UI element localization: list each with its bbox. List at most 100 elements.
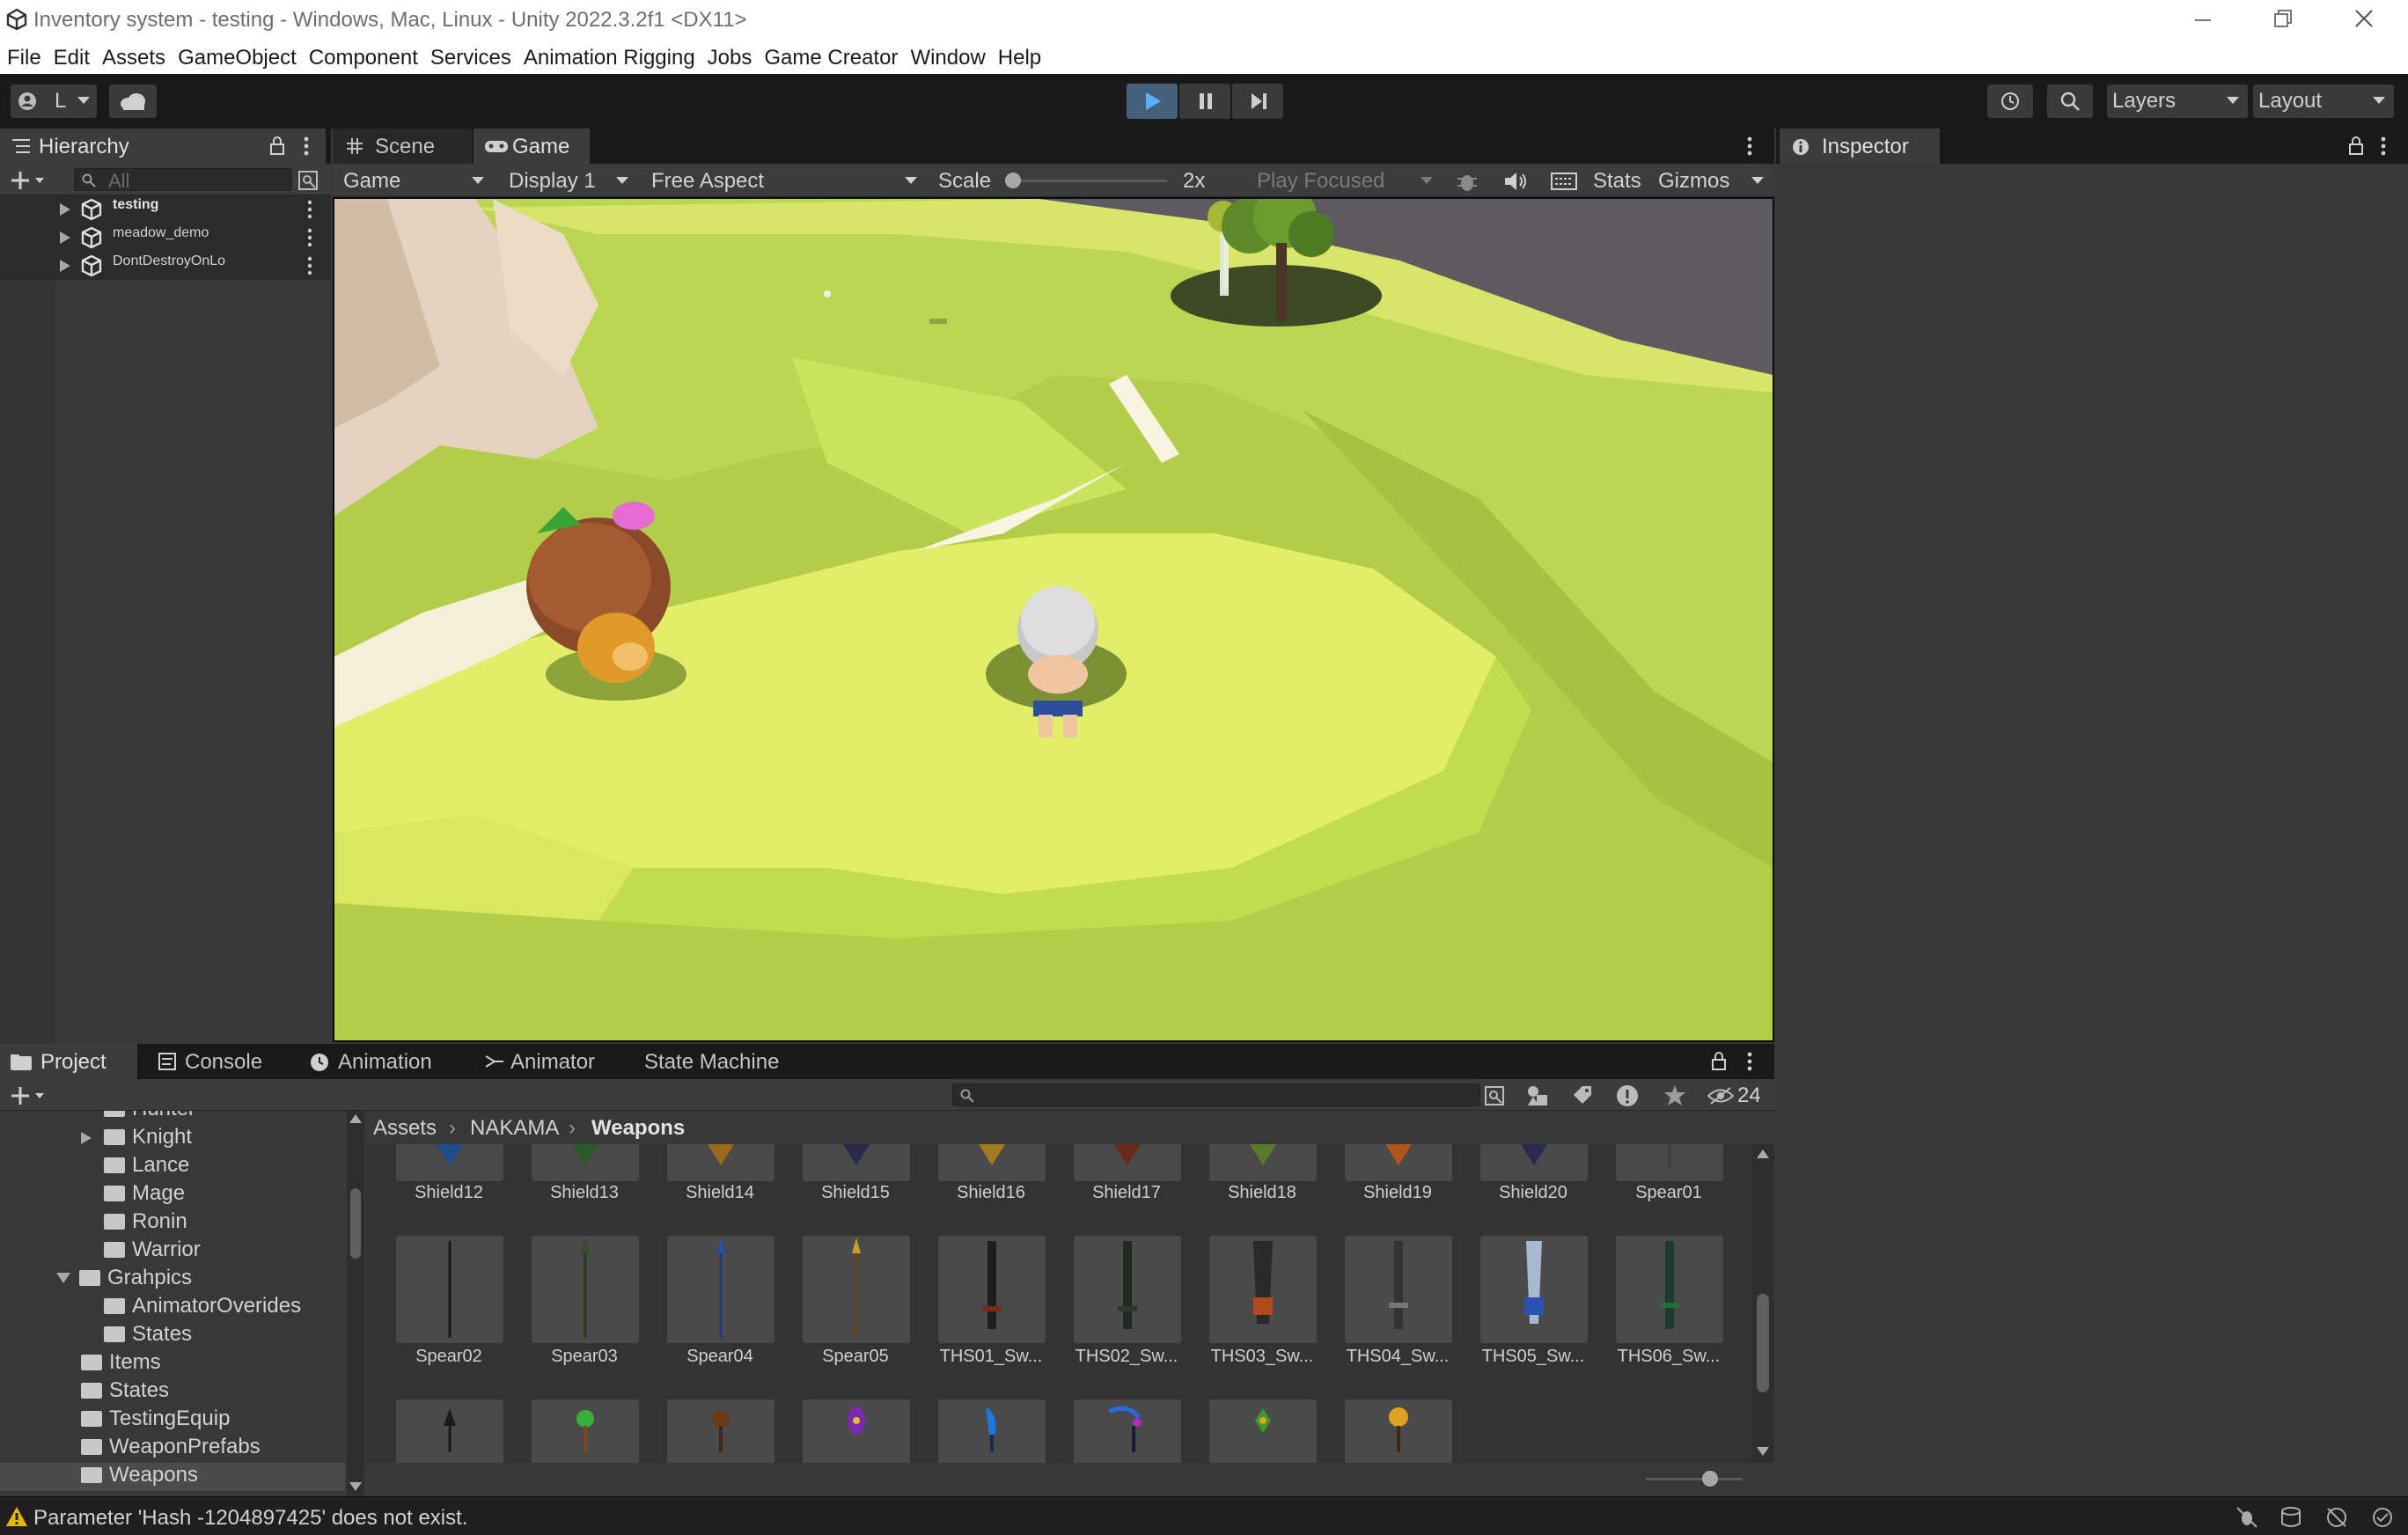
hierarchy-row-testing[interactable]: testing [0,195,331,224]
project-search-input[interactable] [952,1083,1480,1106]
kebab-menu-icon[interactable] [1746,136,1753,157]
scale-slider-track[interactable] [1009,180,1167,182]
audio-icon[interactable] [1503,171,1528,192]
search-button[interactable] [2047,84,2093,118]
minimize-icon[interactable] [2191,9,2214,32]
tab-console[interactable]: Console [150,1044,290,1079]
scroll-down-icon[interactable] [1756,1445,1770,1458]
collapse-arrow-icon[interactable] [56,1273,70,1285]
asset-grid-scrollbar-thumb[interactable] [1757,1294,1769,1392]
breadcrumb-assets[interactable]: Assets [373,1116,437,1141]
asset-thumbnail[interactable] [396,1236,503,1343]
kebab-menu-icon[interactable] [303,136,310,157]
thumbnail-size-slider-track[interactable] [1646,1478,1743,1480]
tree-scrollbar-track[interactable] [347,1111,364,1496]
tree-item-ronin[interactable]: Ronin [104,1209,187,1238]
kebab-menu-icon[interactable] [306,199,313,220]
kebab-menu-icon[interactable] [306,227,313,248]
tree-item-animatoroverides[interactable]: AnimatorOverides [104,1294,301,1322]
lock-icon[interactable] [1711,1051,1727,1070]
expand-arrow-icon[interactable] [60,203,70,216]
tree-item-items[interactable]: Items [81,1350,161,1378]
breadcrumb-nakama[interactable]: NAKAMA [470,1116,559,1141]
tab-project[interactable]: Project [0,1044,137,1079]
tree-item-warrior[interactable]: Warrior [104,1238,201,1266]
asset-thumbnail[interactable] [1480,1236,1588,1343]
tree-item-hunter[interactable]: Hunter [104,1111,195,1125]
tab-inspector[interactable]: Inspector [1780,129,1940,164]
menu-component[interactable]: Component [309,40,418,70]
pause-button[interactable] [1179,84,1230,119]
menu-animation-rigging[interactable]: Animation Rigging [524,40,695,70]
progress-check-icon[interactable] [2371,1506,2394,1529]
asset-thumbnail[interactable] [803,1236,910,1343]
breadcrumb-weapons[interactable]: Weapons [591,1116,685,1141]
menu-edit[interactable]: Edit [54,40,90,70]
menu-services[interactable]: Services [430,40,511,70]
scale-slider-handle[interactable] [1005,173,1021,188]
menu-help[interactable]: Help [998,40,1041,70]
menu-assets[interactable]: Assets [102,40,165,70]
scene-visibility-icon[interactable] [297,170,320,191]
menu-window[interactable]: Window [910,40,985,70]
hierarchy-row-dontdestroyonload[interactable]: DontDestroyOnLo [0,252,331,280]
gizmos-button[interactable]: Gizmos [1658,169,1729,194]
cloud-button[interactable] [109,84,157,118]
stats-button[interactable]: Stats [1593,169,1641,194]
asset-thumbnail[interactable] [532,1399,639,1463]
menu-file[interactable]: File [7,40,41,70]
expand-arrow-icon[interactable] [81,1132,93,1144]
tree-item-testingequip[interactable]: TestingEquip [81,1406,230,1435]
scroll-up-icon[interactable] [1756,1148,1770,1160]
asset-thumbnail[interactable] [938,1399,1046,1463]
tree-item-states[interactable]: States [104,1322,192,1350]
kebab-menu-icon[interactable] [1746,1051,1753,1072]
tree-item-states[interactable]: States [81,1378,169,1406]
scroll-up-icon[interactable] [349,1113,363,1125]
restore-icon[interactable] [2271,7,2294,30]
tab-scene[interactable]: Scene [333,129,472,164]
warning-filter-icon[interactable] [1616,1084,1639,1107]
kebab-menu-icon[interactable] [306,255,313,276]
play-focused-dropdown[interactable]: Play Focused [1248,164,1442,197]
tab-hierarchy[interactable]: Hierarchy [0,129,326,164]
tree-scrollbar-thumb[interactable] [350,1188,361,1259]
search-options-icon[interactable] [1484,1085,1507,1106]
asset-thumbnail[interactable] [1209,1236,1317,1343]
tree-item-mage[interactable]: Mage [104,1181,185,1209]
asset-thumbnail[interactable] [1345,1236,1452,1343]
auto-generate-lighting-icon[interactable] [2325,1506,2348,1529]
tree-item-knight[interactable]: Knight [81,1125,192,1153]
tree-item-weaponprefabs[interactable]: WeaponPrefabs [81,1435,261,1463]
account-dropdown[interactable]: L [11,84,97,118]
hierarchy-search-input[interactable]: All [74,168,292,192]
close-icon[interactable] [2353,7,2375,30]
scroll-down-icon[interactable] [349,1480,363,1493]
tree-item-weapons[interactable]: Weapons [81,1463,198,1491]
play-button[interactable] [1127,84,1178,119]
bug-icon[interactable] [1456,170,1479,193]
layout-dropdown[interactable]: Layout [2253,84,2394,118]
asset-thumbnail[interactable] [1074,1236,1181,1343]
undo-history-button[interactable] [1987,84,2033,118]
chevron-down-icon[interactable] [1751,177,1764,186]
favorite-star-icon[interactable] [1663,1084,1686,1107]
asset-thumbnail[interactable] [1209,1399,1317,1463]
menu-gameobject[interactable]: GameObject [178,40,297,70]
tab-state-machine[interactable]: State Machine [634,1044,810,1079]
tab-game[interactable]: Game [474,129,590,164]
asset-thumbnail[interactable] [396,1399,503,1463]
game-mode-dropdown[interactable]: Game [334,164,493,197]
keyboard-icon[interactable] [1551,172,1577,191]
asset-thumbnail[interactable] [1616,1236,1723,1343]
tab-animation[interactable]: Animation [301,1044,459,1079]
layers-dropdown[interactable]: Layers [2107,84,2248,118]
kebab-menu-icon[interactable] [2380,136,2387,157]
add-icon[interactable] [11,1086,46,1105]
thumbnail-size-slider-handle[interactable] [1702,1471,1718,1487]
status-message[interactable]: Parameter 'Hash -1204897425' does not ex… [33,1506,467,1531]
asset-thumbnail[interactable] [532,1236,639,1343]
hidden-eye-icon[interactable] [1707,1086,1734,1105]
game-viewport[interactable] [333,197,1774,1042]
label-icon[interactable] [1572,1084,1593,1105]
